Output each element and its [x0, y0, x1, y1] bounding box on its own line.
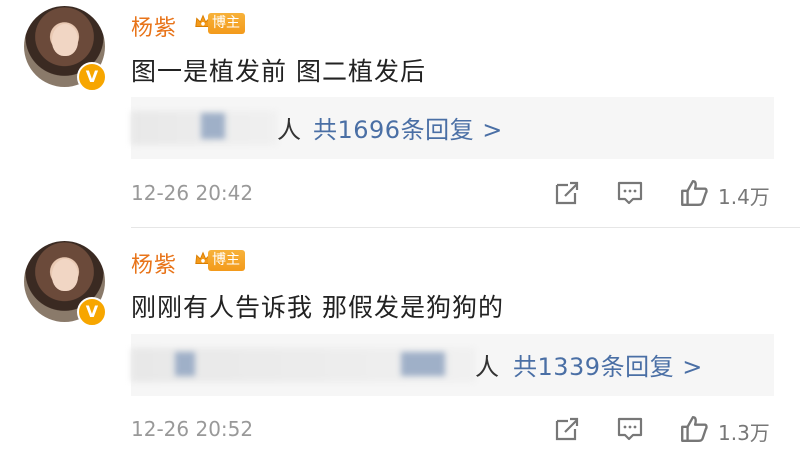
comment-icon[interactable] — [616, 415, 644, 443]
avatar-face — [52, 24, 78, 56]
timestamp: 12-26 20:52 — [131, 417, 254, 441]
reply-count-link[interactable]: 共1696条回复 > — [313, 110, 503, 145]
reply-suffix: 人 — [475, 353, 499, 381]
divider — [131, 227, 800, 228]
reply-count-link[interactable]: 共1339条回复 > — [513, 347, 703, 382]
reply-preview[interactable]: 人 共1696条回复 > — [131, 97, 774, 159]
author-name[interactable]: 杨紫 — [131, 10, 177, 42]
timestamp: 12-26 20:42 — [131, 181, 254, 205]
share-icon[interactable] — [553, 415, 581, 443]
verified-badge-icon: V — [77, 297, 107, 327]
blogger-badge: 博主 — [208, 250, 245, 271]
like-count: 1.4万 — [718, 185, 770, 209]
share-icon[interactable] — [553, 179, 581, 207]
like-count: 1.3万 — [718, 421, 770, 445]
comment-icon[interactable] — [616, 179, 644, 207]
like-icon[interactable] — [679, 178, 709, 208]
like-icon[interactable] — [679, 414, 709, 444]
reply-preview[interactable]: 人 共1339条回复 > — [131, 334, 774, 396]
comment-text: 刚刚有人告诉我 那假发是狗狗的 — [131, 293, 504, 322]
avatar-face — [52, 259, 78, 291]
blurred-block — [201, 113, 225, 139]
verified-badge-icon: V — [77, 62, 107, 92]
blogger-badge: 博主 — [208, 13, 245, 34]
blurred-block — [401, 352, 445, 376]
comment-text: 图一是植发前 图二植发后 — [131, 57, 426, 86]
reply-suffix: 人 — [277, 116, 301, 144]
author-name[interactable]: 杨紫 — [131, 247, 177, 279]
blurred-block — [175, 352, 195, 376]
